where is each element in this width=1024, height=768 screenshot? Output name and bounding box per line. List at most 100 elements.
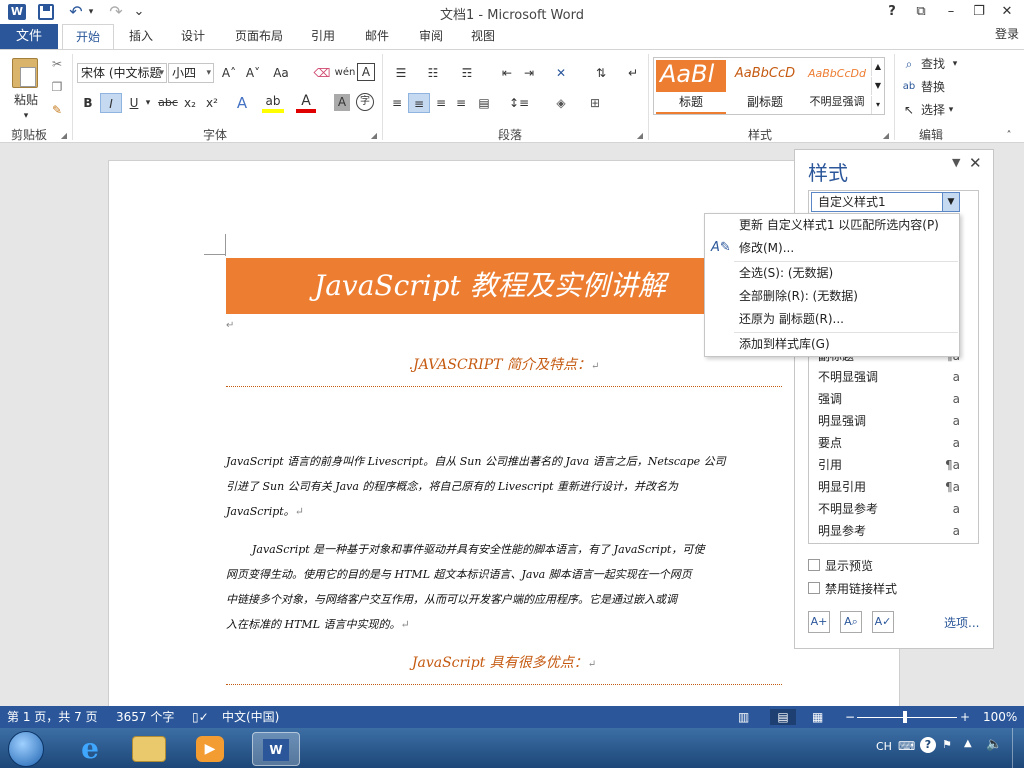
selected-style-item[interactable]: 自定义样式1 [811, 192, 960, 212]
pinyin-guide-button[interactable]: wén [334, 63, 356, 83]
select-icon[interactable]: ↖ [900, 100, 918, 120]
distributed-icon[interactable]: ▤ [474, 93, 494, 113]
chinese-layout-icon[interactable]: ✕ [548, 63, 574, 83]
help-icon[interactable]: ? [884, 3, 900, 21]
tray-expand-icon[interactable]: ▲ [964, 738, 972, 749]
borders-icon[interactable]: ⊞ [582, 93, 608, 113]
change-case-button[interactable]: Aa [268, 63, 294, 83]
bullets-icon[interactable]: ☰ [388, 63, 414, 83]
style-item-dropdown-icon[interactable]: ▼ [942, 192, 960, 212]
enclose-characters-button[interactable]: 字 [356, 93, 374, 111]
style-list-item[interactable]: 不明显强调 a [818, 366, 964, 388]
menu-add-to-gallery[interactable]: 添加到样式库(G) [739, 333, 830, 355]
new-style-icon[interactable]: A+ [808, 611, 830, 633]
style-list-item[interactable]: 强调 a [818, 388, 964, 410]
volume-icon[interactable]: 🔈 [986, 737, 1002, 752]
underline-button[interactable]: U [124, 93, 144, 113]
ime-options-icon[interactable]: ⚑ [942, 738, 952, 751]
media-player-icon[interactable]: ▶ [196, 736, 224, 762]
multilevel-list-icon[interactable]: ☶ [454, 63, 480, 83]
replace-icon[interactable]: ab [900, 77, 918, 97]
shading-icon[interactable]: ◈ [548, 93, 574, 113]
italic-button[interactable]: I [100, 93, 122, 113]
grow-font-button[interactable]: A˄ [218, 63, 240, 83]
close-icon[interactable]: ✕ [998, 3, 1016, 21]
zoom-slider-track[interactable] [857, 717, 957, 718]
proofing-icon[interactable]: ▯✓ [192, 709, 209, 725]
align-left-icon[interactable]: ≡ [388, 93, 406, 113]
character-border-button[interactable]: A [357, 63, 375, 81]
web-layout-icon[interactable]: ▦ [812, 709, 823, 725]
tab-references[interactable]: 引用 [302, 24, 344, 49]
align-right-icon[interactable]: ≡ [432, 93, 450, 113]
menu-modify[interactable]: 修改(M)... [739, 237, 794, 259]
numbering-icon[interactable]: ☷ [420, 63, 446, 83]
styles-more-icon[interactable]: ▾ [871, 96, 884, 114]
tab-mailings[interactable]: 邮件 [356, 24, 398, 49]
style-title[interactable]: AaBl 标题 [656, 60, 726, 114]
menu-delete-all[interactable]: 全部删除(R): (无数据) [739, 285, 858, 307]
replace-button[interactable]: 替换 [918, 77, 948, 97]
styles-scroll-up-icon[interactable]: ▲ [871, 58, 884, 76]
find-icon[interactable]: ⌕ [900, 54, 918, 74]
menu-update-style[interactable]: 更新 自定义样式1 以匹配所选内容(P) [739, 214, 939, 236]
manage-styles-icon[interactable]: A✓ [872, 611, 894, 633]
font-name-combo[interactable]: 宋体 (中文标题 ▾ [77, 63, 167, 83]
superscript-button[interactable]: x² [202, 93, 222, 113]
word-count[interactable]: 3657 个字 [116, 709, 174, 725]
format-painter-icon[interactable]: ✎ [48, 100, 66, 120]
highlight-button[interactable]: ab [262, 93, 284, 113]
tab-home[interactable]: 开始 [62, 24, 114, 50]
find-button[interactable]: 查找 [918, 54, 948, 74]
justify-icon[interactable]: ≡ [452, 93, 470, 113]
document-title-banner[interactable]: JavaScript 教程及实例讲解 [226, 258, 782, 314]
strikethrough-button[interactable]: abc [156, 93, 180, 113]
tab-insert[interactable]: 插入 [120, 24, 162, 49]
font-color-button[interactable]: A [296, 93, 316, 113]
login-link[interactable]: 登录 [990, 22, 1024, 47]
paste-dropdown-icon[interactable]: ▾ [18, 106, 34, 126]
tab-file[interactable]: 文件 [0, 24, 58, 49]
keyboard-icon[interactable]: ⌨ [898, 739, 915, 753]
maximize-icon[interactable]: ❐ [970, 3, 988, 21]
style-subtle-emphasis[interactable]: AaBbCcDd 不明显强调 [802, 60, 872, 114]
style-list-item[interactable]: 不明显参考 a [818, 498, 964, 520]
ribbon-display-options-icon[interactable]: ⧉ [912, 3, 930, 21]
style-list-item[interactable]: 明显引用 ¶a [818, 476, 964, 498]
style-inspector-icon[interactable]: A⌕ [840, 611, 862, 633]
tab-design[interactable]: 设计 [172, 24, 214, 49]
ime-indicator[interactable]: CH [876, 740, 892, 753]
styles-scroll-down-icon[interactable]: ▼ [871, 77, 884, 95]
read-mode-icon[interactable]: ▥ [738, 709, 749, 725]
ime-help-icon[interactable]: ? [920, 737, 936, 753]
zoom-level[interactable]: 100% [983, 709, 1017, 725]
align-center-icon[interactable]: ≡ [408, 93, 430, 113]
sort-icon[interactable]: ⇅ [590, 63, 612, 83]
pane-options-chevron-icon[interactable]: ▼ [952, 156, 960, 169]
paste-icon[interactable] [12, 58, 38, 88]
document-paragraph-2[interactable]: JavaScript 是一种基于对象和事件驱动并具有安全性能的脚本语言，有了 J… [226, 537, 782, 637]
increase-indent-icon[interactable]: ⇥ [518, 63, 540, 83]
ie-icon[interactable]: e [70, 732, 110, 766]
style-list-item[interactable]: 引用 ¶a [818, 454, 964, 476]
print-layout-icon[interactable]: ▤ [770, 709, 796, 725]
style-list-item[interactable]: 明显参考 a [818, 520, 964, 542]
word-taskbar-icon[interactable]: W [252, 732, 300, 766]
show-preview-checkbox[interactable] [808, 559, 820, 571]
zoom-slider-handle[interactable] [903, 711, 907, 723]
font-size-combo[interactable]: 小四 ▾ [168, 63, 214, 83]
find-dropdown-icon[interactable]: ▾ [950, 54, 960, 74]
style-list-item[interactable]: 明显强调 a [818, 410, 964, 432]
document-paragraph-1[interactable]: JavaScript 语言的前身叫作 Livescript。自从 Sun 公司推… [226, 449, 782, 524]
start-button[interactable] [8, 731, 44, 767]
page-count[interactable]: 第 1 页，共 7 页 [7, 709, 98, 725]
shrink-font-button[interactable]: A˅ [242, 63, 264, 83]
style-subtitle[interactable]: AaBbCcD 副标题 [730, 60, 800, 114]
style-options-link[interactable]: 选项... [944, 614, 979, 631]
clear-format-icon[interactable]: ⌫ [312, 63, 332, 83]
underline-dropdown-icon[interactable]: ▾ [144, 93, 152, 113]
language-indicator[interactable]: 中文(中国) [222, 709, 279, 725]
subscript-button[interactable]: x₂ [180, 93, 200, 113]
select-dropdown-icon[interactable]: ▾ [946, 100, 956, 120]
document-heading-intro[interactable]: .JAVASCRIPT 简介及特点：↵ [226, 354, 782, 374]
